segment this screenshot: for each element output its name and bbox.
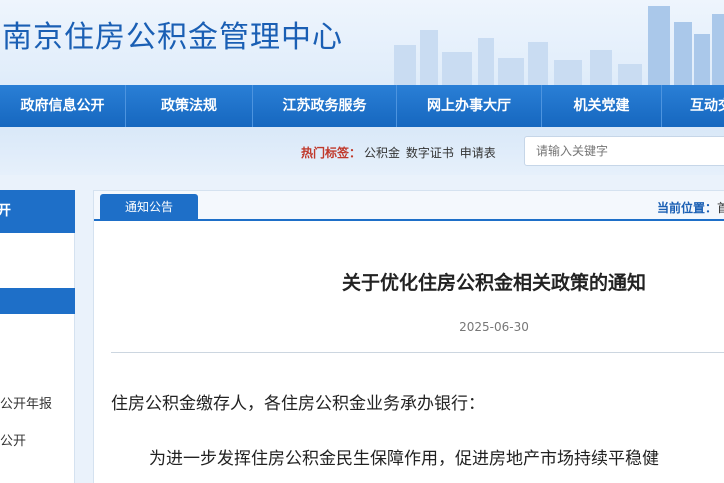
nav-item-online-hall[interactable]: 网上办事大厅 bbox=[397, 85, 542, 127]
breadcrumb: 当前位置：首 bbox=[657, 199, 724, 216]
hot-tag[interactable]: 公积金 bbox=[364, 146, 400, 160]
hot-tag[interactable]: 申请表 bbox=[460, 146, 496, 160]
sidebar-item-disclosure[interactable]: 公开 bbox=[0, 430, 75, 449]
article-divider bbox=[111, 352, 724, 353]
nav-item-government-info[interactable]: 政府信息公开 bbox=[0, 85, 126, 127]
hot-tags: 公积金 数字证书 申请表 bbox=[364, 144, 498, 161]
sidebar-item-annual-report[interactable]: 公开年报 bbox=[0, 393, 75, 412]
article-panel: 通知公告 当前位置：首 关于优化住房公积金相关政策的通知 2025-06-30 … bbox=[93, 190, 724, 483]
breadcrumb-label: 当前位置： bbox=[657, 201, 718, 215]
city-skyline-illustration bbox=[394, 6, 724, 85]
article-title: 关于优化住房公积金相关政策的通知 bbox=[341, 272, 646, 294]
site-title[interactable]: 南京住房公积金管理中心 bbox=[2, 12, 343, 56]
breadcrumb-home-link[interactable]: 首 bbox=[717, 201, 724, 215]
sidebar-item-active[interactable] bbox=[0, 288, 75, 314]
site-header: 南京住房公积金管理中心 bbox=[0, 0, 724, 85]
hot-tags-label: 热门标签： bbox=[301, 146, 362, 160]
sidebar: 开 公开年报 公开 bbox=[0, 190, 75, 483]
nav-item-party-building[interactable]: 机关党建 bbox=[542, 85, 662, 127]
nav-item-policies[interactable]: 政策法规 bbox=[126, 85, 253, 127]
article-paragraph: 为进一步发挥住房公积金民生保障作用，促进房地产市场持续平稳健 bbox=[149, 449, 659, 469]
article-salutation: 住房公积金缴存人，各住房公积金业务承办银行： bbox=[111, 394, 485, 414]
tab-notices[interactable]: 通知公告 bbox=[100, 194, 198, 221]
hot-tag[interactable]: 数字证书 bbox=[406, 146, 454, 160]
main-navigation: 政府信息公开 政策法规 江苏政务服务 网上办事大厅 机关党建 互动交 bbox=[0, 85, 724, 127]
article-date: 2025-06-30 bbox=[459, 320, 529, 334]
sidebar-heading: 开 bbox=[0, 190, 75, 233]
nav-item-interaction[interactable]: 互动交 bbox=[662, 85, 724, 127]
article-tabbar: 通知公告 当前位置：首 bbox=[94, 191, 724, 221]
nav-item-jiangsu-services[interactable]: 江苏政务服务 bbox=[253, 85, 397, 127]
search-input[interactable] bbox=[524, 136, 724, 166]
